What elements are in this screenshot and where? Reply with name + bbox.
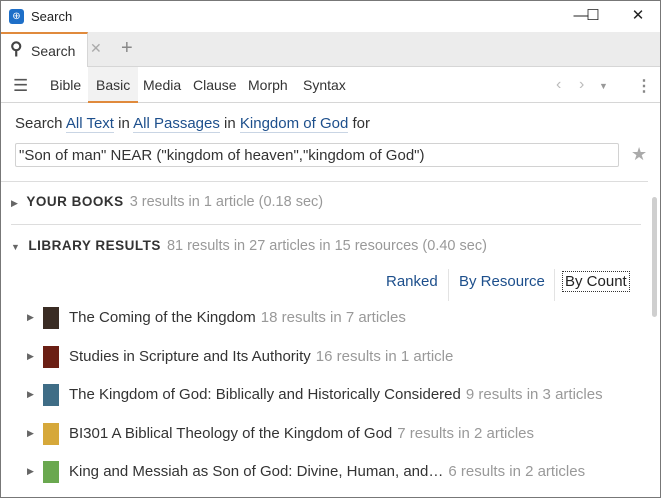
result-count: 18 results in 7 articles: [260, 309, 406, 326]
book-cover-icon: [43, 461, 59, 483]
tab-morph[interactable]: Morph: [240, 67, 296, 103]
divider: [554, 269, 555, 301]
result-count: 6 results in 2 articles: [448, 463, 586, 480]
vertical-scrollbar[interactable]: [648, 182, 660, 497]
passages-link[interactable]: All Passages: [133, 115, 220, 133]
history-dropdown-icon[interactable]: ▼: [599, 81, 608, 91]
new-tab-icon[interactable]: +: [121, 37, 133, 60]
result-title[interactable]: The Kingdom of God: Biblically and Histo…: [69, 386, 461, 403]
book-cover-icon: [43, 422, 59, 445]
scope-text: in: [224, 115, 236, 132]
expand-triangle-icon[interactable]: ▶: [27, 389, 34, 400]
section-label: LIBRARY RESULTS: [28, 238, 161, 253]
section-label: YOUR BOOKS: [26, 194, 124, 209]
section-meta: 81 results in 27 articles in 15 resource…: [166, 238, 487, 254]
result-title[interactable]: Studies in Scripture and Its Authority: [69, 348, 311, 365]
result-title[interactable]: King and Messiah as Son of God: Divine, …: [69, 463, 443, 480]
divider: [11, 224, 641, 225]
book-cover-icon: [43, 307, 59, 329]
your-books-header[interactable]: ▶ YOUR BOOKS 3 results in 1 article (0.18 …: [11, 194, 323, 210]
scope-text: for: [352, 115, 370, 132]
back-icon[interactable]: ‹: [556, 76, 561, 94]
section-meta: 3 results in 1 article (0.18 sec): [129, 194, 324, 210]
book-cover-icon: [43, 384, 59, 406]
collapsed-triangle-icon: ▶: [11, 198, 19, 208]
logos-app-icon: ⊕: [9, 9, 24, 24]
menu-icon[interactable]: ☰: [13, 76, 28, 96]
forward-icon[interactable]: ›: [579, 76, 584, 94]
title-bar: ⊕ Search — ☐ ✕: [1, 1, 660, 32]
search-type-toolbar: ☰ Bible Basic Media Clause Morph Syntax …: [1, 67, 660, 103]
close-button[interactable]: ✕: [623, 5, 653, 27]
tab-media[interactable]: Media: [135, 67, 189, 103]
result-title[interactable]: BI301 A Biblical Theology of the Kingdom…: [69, 425, 392, 442]
result-count: 9 results in 3 articles: [465, 386, 603, 403]
result-count: 7 results in 2 articles: [397, 424, 535, 442]
tab-strip: ⚲ Search ✕ +: [1, 32, 660, 67]
book-cover-icon: [43, 345, 59, 368]
tab-syntax[interactable]: Syntax: [295, 67, 354, 103]
search-window: ⊕ Search — ☐ ✕ ⚲ Search ✕ + ☰ Bible Basi…: [0, 0, 661, 498]
tab-search[interactable]: ⚲ Search: [1, 32, 88, 67]
window-title: Search: [31, 9, 73, 24]
divider: [1, 181, 648, 182]
search-query-input[interactable]: [15, 143, 619, 167]
tab-bible[interactable]: Bible: [42, 67, 89, 103]
scope-text: Search: [15, 115, 63, 132]
sort-by-resource-button[interactable]: By Resource: [459, 273, 545, 290]
text-scope-link[interactable]: All Text: [65, 115, 114, 133]
sort-by-count-button[interactable]: By Count: [562, 271, 630, 292]
collection-link[interactable]: Kingdom of God: [239, 115, 349, 133]
expand-triangle-icon[interactable]: ▶: [27, 466, 34, 477]
more-options-icon[interactable]: ⋮: [636, 76, 652, 96]
close-tab-icon[interactable]: ✕: [90, 40, 102, 57]
result-count: 16 results in 1 article: [315, 347, 454, 365]
expand-triangle-icon[interactable]: ▶: [27, 428, 34, 439]
result-title[interactable]: The Coming of the Kingdom: [69, 309, 256, 326]
sort-ranked-button[interactable]: Ranked: [386, 273, 438, 290]
search-scope-line: Search All Text in All Passages in Kingd…: [15, 115, 370, 133]
divider: [448, 269, 449, 301]
tab-clause[interactable]: Clause: [185, 67, 245, 103]
tab-label: Search: [31, 43, 76, 59]
expand-triangle-icon[interactable]: ▶: [27, 312, 34, 323]
expanded-triangle-icon: ▼: [11, 242, 21, 252]
tab-basic[interactable]: Basic: [88, 67, 139, 103]
favorite-star-icon[interactable]: ★: [631, 144, 647, 165]
maximize-button[interactable]: ☐: [578, 5, 608, 27]
library-results-header[interactable]: ▼ LIBRARY RESULTS 81 results in 27 article…: [11, 238, 487, 254]
scope-text: in: [118, 115, 130, 132]
scrollbar-thumb[interactable]: [652, 197, 657, 317]
search-icon: ⚲: [10, 39, 23, 58]
expand-triangle-icon[interactable]: ▶: [27, 351, 34, 362]
